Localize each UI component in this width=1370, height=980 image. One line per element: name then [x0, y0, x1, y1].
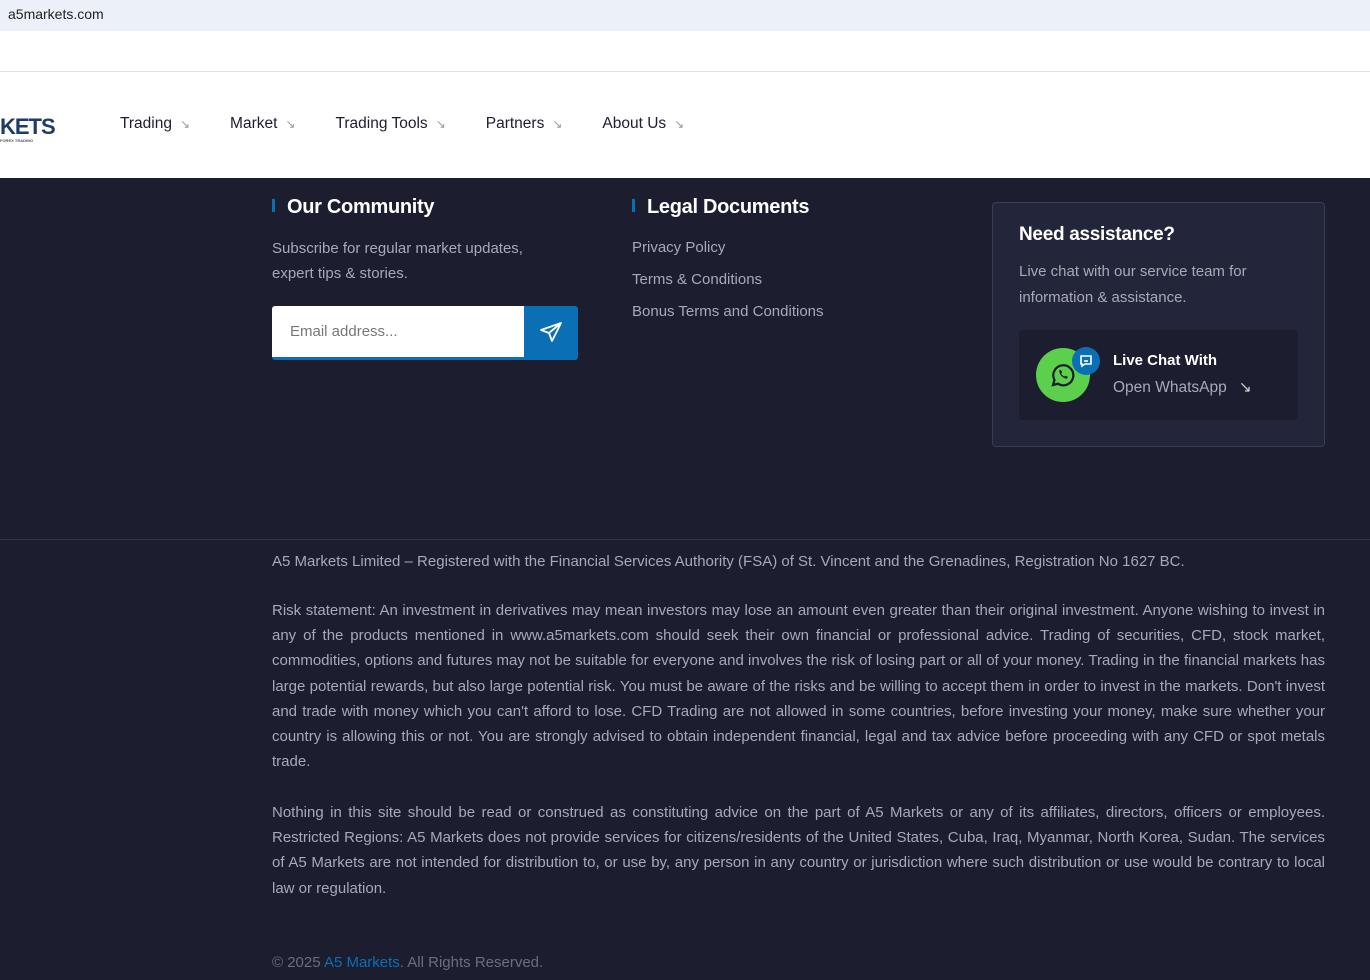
arrow-down-right-icon: ↘ [552, 117, 563, 131]
nav-label: Trading Tools [335, 115, 428, 132]
nav-label: Partners [485, 115, 545, 132]
site-header: KETS FOREX TRADING Trading ↘ Market ↘ Tradi… [0, 31, 1370, 178]
nav-label: About Us [602, 115, 667, 132]
footer-divider [0, 539, 1370, 540]
paper-plane-icon [540, 321, 562, 342]
arrow-down-right-icon: ↘ [674, 117, 685, 131]
nav-market[interactable]: Market ↘ [230, 115, 295, 133]
nav-label: Trading [120, 115, 172, 132]
brand-link[interactable]: A5 Markets [324, 954, 400, 971]
whatsapp-chat-button[interactable]: Live Chat With Open WhatsApp ↘ [1019, 330, 1298, 420]
community-text: Subscribe for regular market updates, ex… [272, 240, 523, 282]
nav-label: Market [230, 115, 278, 132]
copyright-suffix: . All Rights Reserved. [399, 954, 544, 971]
nav-about-us[interactable]: About Us ↘ [602, 115, 684, 133]
nav-partners[interactable]: Partners ↘ [486, 115, 563, 133]
disclaimer-text: Nothing in this site should be read or c… [272, 804, 1325, 897]
assistance-title: Need assistance? [1019, 224, 1175, 245]
legal-links: Privacy Policy Terms & Conditions Bonus … [632, 239, 824, 335]
heading-text: Our Community [287, 196, 435, 218]
arrow-down-right-icon: ↘ [179, 117, 191, 131]
assistance-card: Need assistance? Live chat with our serv… [992, 202, 1325, 447]
heading-marker [632, 199, 635, 212]
link-terms-conditions[interactable]: Terms & Conditions [632, 271, 824, 288]
subscribe-button[interactable] [524, 306, 578, 357]
chat-bubble-icon [1072, 347, 1100, 375]
chat-link: Open WhatsApp ↘ [1113, 378, 1252, 397]
registration-text: A5 Markets Limited – Registered with the… [272, 553, 1185, 570]
arrow-down-right-icon: ↘ [285, 117, 296, 131]
chat-title: Live Chat With [1113, 352, 1218, 369]
main-nav: Trading ↘ Market ↘ Trading Tools ↘ Partners… [120, 115, 724, 133]
link-privacy-policy[interactable]: Privacy Policy [632, 239, 824, 256]
risk-statement: Risk statement: An investment in derivat… [272, 602, 1325, 771]
newsletter-form [272, 306, 578, 360]
logo-text: KETS [0, 114, 56, 139]
copyright: © 2025 A5 Markets. All Rights Reserved. [272, 954, 543, 971]
link-bonus-terms[interactable]: Bonus Terms and Conditions [632, 303, 824, 320]
community-heading: Our Community [272, 196, 435, 219]
copyright-prefix: © 2025 [272, 954, 324, 971]
arrow-down-right-icon: ↘ [435, 117, 446, 131]
chat-link-text: Open WhatsApp [1113, 379, 1227, 396]
header-divider [0, 71, 1370, 72]
heading-marker [272, 199, 275, 212]
url-text: a5markets.com [8, 6, 104, 22]
logo[interactable]: KETS FOREX TRADING [0, 114, 56, 143]
nav-trading[interactable]: Trading ↘ [120, 115, 190, 133]
arrow-down-right-icon: ↘ [1238, 379, 1252, 396]
address-bar[interactable]: a5markets.com [0, 0, 1370, 31]
nav-trading-tools[interactable]: Trading Tools ↘ [335, 115, 445, 133]
heading-text: Legal Documents [647, 196, 810, 218]
legal-heading: Legal Documents [632, 196, 810, 219]
email-input[interactable] [272, 306, 524, 357]
assistance-text: Live chat with our service team for info… [1019, 263, 1247, 306]
